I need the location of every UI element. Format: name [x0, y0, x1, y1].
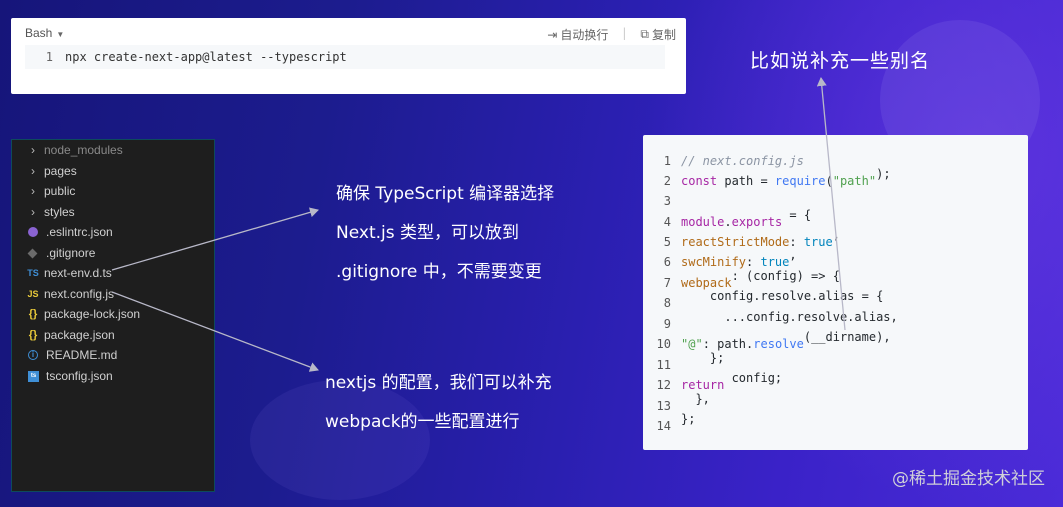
file-item[interactable]: ts tsconfig.json — [26, 366, 113, 386]
page-heading: 比如说补充一些别名 — [750, 50, 931, 72]
code-line: 1 // next.config.js — [643, 151, 804, 171]
nextjs-note: nextjs 的配置，我们可以补充 webpack的一些配置进行 — [325, 364, 552, 442]
chevron-right-icon: › — [31, 143, 35, 157]
line-number: 9 — [663, 317, 671, 331]
typescript-icon: TS — [27, 268, 39, 278]
code-line: 4 module. exports = { — [643, 208, 811, 232]
json-icon: {} — [28, 329, 38, 341]
note-line: Next.js 类型，可以放到 — [336, 223, 519, 243]
file-item[interactable]: i README.md — [26, 345, 117, 365]
tsconfig-icon: ts — [28, 370, 39, 382]
file-label: tsconfig.json — [46, 369, 113, 383]
git-icon — [27, 248, 38, 258]
chevron-right-icon: › — [31, 184, 35, 198]
line-number: 6 — [663, 255, 671, 269]
file-item[interactable]: .eslintrc.json — [26, 222, 113, 242]
file-item[interactable]: TS next-env.d.ts — [26, 263, 112, 283]
note-line: 确保 TypeScript 编译器选择 — [336, 184, 555, 204]
javascript-icon: JS — [27, 289, 39, 299]
file-explorer: › node_modules › pages › public › styles… — [11, 139, 215, 492]
note-line: webpack的一些配置进行 — [325, 412, 520, 432]
json-icon: {} — [28, 308, 38, 320]
code-line: 3 — [643, 191, 681, 211]
line-number: 4 — [663, 215, 671, 229]
file-label: node_modules — [44, 143, 123, 157]
folder-item[interactable]: › node_modules — [26, 140, 123, 160]
copy-label: 复制 — [651, 28, 676, 42]
file-label: pages — [44, 164, 77, 178]
language-label: Bash — [25, 26, 53, 40]
chevron-right-icon: › — [31, 205, 35, 219]
next-config-code-block: 1 // next.config.js 2 const path = require… — [643, 135, 1028, 450]
line-number: 12 — [656, 378, 671, 392]
file-label: public — [44, 184, 76, 198]
file-item[interactable]: JS next.config.js — [26, 284, 114, 304]
watermark: @稀土掘金技术社区 — [892, 469, 1045, 489]
line-number: 11 — [656, 358, 671, 372]
note-line: nextjs 的配置，我们可以补充 — [325, 373, 552, 393]
line-number: 3 — [663, 194, 671, 208]
eslint-icon — [28, 227, 38, 237]
line-number: 5 — [663, 235, 671, 249]
line-number: 10 — [656, 337, 671, 351]
terminal-code-block: Bash ▼ ⇥ 自动换行 | ⧉ 复制 1 npx create-next-ap… — [11, 18, 686, 94]
file-item[interactable]: {} package.json — [26, 325, 115, 345]
copy-icon: ⧉ — [640, 27, 649, 41]
caret-down-icon: ▼ — [56, 30, 65, 39]
note-line: .gitignore 中，不需要变更 — [336, 262, 542, 282]
folder-item[interactable]: › pages — [26, 161, 77, 181]
code-line: 11 }; — [643, 351, 725, 375]
line-number: 14 — [656, 419, 671, 433]
folder-item[interactable]: › public — [26, 181, 75, 201]
code-line: 1 npx create-next-app@latest --typescrip… — [25, 45, 665, 69]
line-number: 13 — [656, 399, 671, 413]
typescript-note: 确保 TypeScript 编译器选择 Next.js 类型，可以放到 .git… — [336, 175, 554, 292]
folder-item[interactable]: › styles — [26, 202, 75, 222]
wrap-button[interactable]: ⇥ 自动换行 — [547, 26, 608, 43]
code-line: 14}; — [643, 412, 696, 436]
chevron-right-icon: › — [31, 164, 35, 178]
file-label: README.md — [46, 348, 118, 362]
file-item[interactable]: .gitignore — [26, 243, 95, 263]
code-text: // next.config.js — [681, 154, 804, 168]
wrap-icon: ⇥ — [547, 27, 558, 42]
code-line: 12 return config; — [643, 371, 783, 395]
copy-button[interactable]: ⧉ 复制 — [640, 26, 676, 43]
file-item[interactable]: {} package-lock.json — [26, 304, 140, 324]
language-selector[interactable]: Bash ▼ — [25, 26, 64, 40]
file-label: .eslintrc.json — [46, 225, 113, 239]
line-number: 2 — [663, 174, 671, 188]
line-number: 1 — [45, 50, 53, 64]
divider: | — [622, 26, 627, 40]
file-label: next.config.js — [44, 287, 115, 301]
line-number: 7 — [663, 276, 671, 290]
code-line: 5 reactStrictMode: true, — [643, 228, 847, 252]
code-line: 13 }, — [643, 392, 710, 416]
line-number: 1 — [663, 154, 671, 168]
file-label: package-lock.json — [44, 307, 141, 321]
command-text: npx create-next-app@latest --typescript — [65, 50, 347, 64]
file-label: .gitignore — [46, 246, 96, 260]
file-label: package.json — [44, 328, 115, 342]
file-label: next-env.d.ts — [44, 266, 112, 280]
file-label: styles — [44, 205, 75, 219]
wrap-label: 自动换行 — [560, 28, 609, 42]
code-toolbar: ⇥ 自动换行 | ⧉ 复制 — [547, 26, 676, 43]
info-icon: i — [28, 350, 38, 360]
line-number: 8 — [663, 296, 671, 310]
code-line: 2 const path = require("path"); — [643, 167, 891, 191]
